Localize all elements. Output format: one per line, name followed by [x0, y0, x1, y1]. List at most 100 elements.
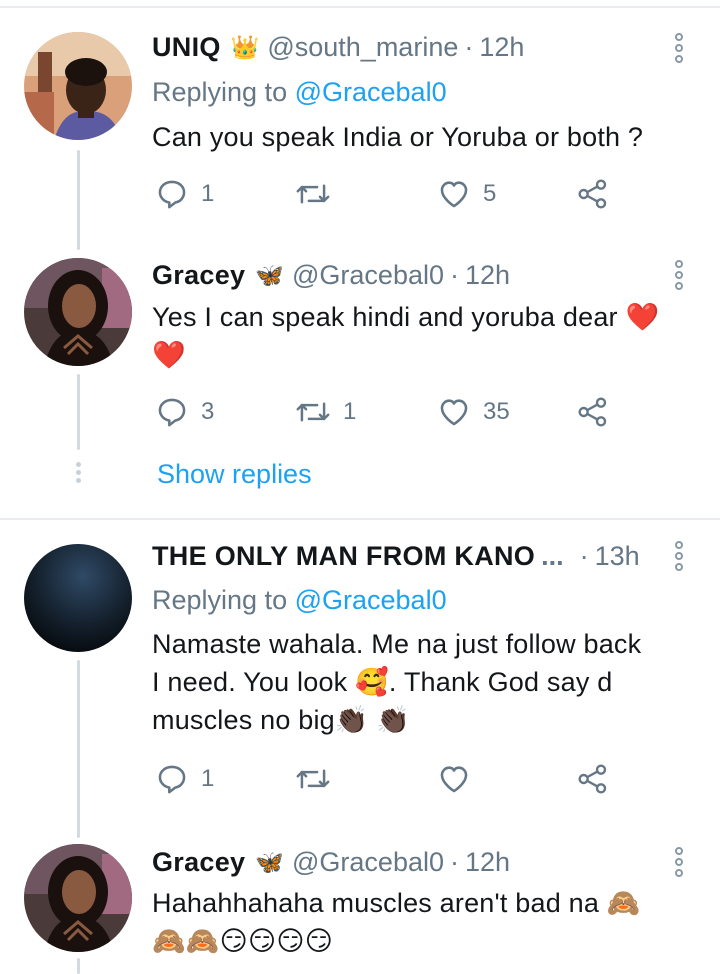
display-name[interactable]: Gracey — [152, 258, 245, 292]
tweet-text: Namaste wahala. Me na just follow back I… — [152, 625, 692, 739]
share-icon — [578, 764, 607, 794]
see-no-evil-monkey-emoji: 🙈 — [152, 926, 186, 956]
replying-prefix: Replying to — [152, 77, 288, 107]
reply-icon — [158, 180, 186, 209]
smiling-hearts-emoji: 🥰 — [355, 667, 389, 697]
like-button[interactable] — [437, 759, 471, 799]
retweet-count: 1 — [343, 398, 357, 425]
replying-prefix: Replying to — [152, 585, 288, 615]
reply-icon — [158, 398, 186, 427]
user-handle[interactable]: @Gracebal0 — [292, 258, 444, 292]
thread-line — [77, 150, 80, 250]
show-replies-link[interactable]: Show replies — [157, 459, 312, 490]
smirking-face-emoji: 😏 — [304, 926, 334, 956]
share-icon — [578, 179, 607, 209]
name-truncation: ... — [541, 541, 564, 571]
timestamp[interactable]: 13h — [595, 539, 640, 573]
replying-to: Replying to @Gracebal0 — [152, 583, 447, 617]
more-options-icon[interactable] — [668, 258, 690, 292]
separator-dot: · — [450, 847, 459, 877]
retweet-button[interactable]: 1 — [295, 392, 356, 432]
user-handle[interactable]: @south_marine — [267, 30, 458, 64]
reply-count: 1 — [201, 765, 215, 792]
tweet-text: Yes I can speak hindi and yoruba dear ❤️… — [152, 298, 692, 374]
thread-gap-dots — [74, 462, 82, 486]
reply-count: 3 — [201, 398, 215, 425]
like-icon — [440, 399, 468, 426]
like-button[interactable]: 35 — [437, 392, 510, 432]
avatar[interactable] — [24, 32, 132, 140]
reply-button[interactable]: 1 — [155, 759, 214, 799]
retweet-button[interactable] — [295, 759, 331, 799]
like-icon — [440, 181, 468, 208]
like-count: 5 — [483, 180, 497, 207]
display-name[interactable]: Gracey — [152, 845, 245, 879]
heart-emoji: ❤️ — [152, 340, 186, 370]
tweet-header: Gracey 🦋 @Gracebal0 · 12h — [152, 258, 510, 292]
see-no-evil-monkey-emoji: 🙈 — [606, 888, 641, 918]
share-button[interactable] — [577, 174, 609, 214]
tweet-header: THE ONLY MAN FROM KANO ... · 13h — [152, 539, 640, 573]
display-name[interactable]: UNIQ — [152, 30, 221, 64]
smirking-face-emoji: 😏 — [248, 926, 277, 956]
reply-button[interactable]: 1 — [155, 174, 214, 214]
share-icon — [578, 397, 607, 427]
tweet-text-line: Yes I can speak hindi and yoruba dear — [152, 302, 618, 332]
mention-link[interactable]: @Gracebal0 — [295, 585, 447, 615]
clapping-emoji: 👏🏿 — [334, 705, 369, 735]
avatar[interactable] — [24, 258, 132, 366]
separator-dot: · — [450, 260, 459, 290]
avatar[interactable] — [24, 844, 132, 952]
see-no-evil-monkey-emoji: 🙈 — [185, 926, 220, 956]
share-button[interactable] — [577, 392, 609, 432]
mention-link[interactable]: @Gracebal0 — [295, 77, 447, 107]
timestamp[interactable]: 12h — [465, 845, 510, 879]
tweet-text-line: Namaste wahala. Me na just follow back — [152, 629, 642, 659]
tweet-text-line: I need. You look — [152, 667, 348, 697]
retweet-button[interactable] — [295, 174, 331, 214]
tweet-text-line: . Thank God say d — [388, 667, 613, 697]
tweet-header: Gracey 🦋 @Gracebal0 · 12h — [152, 845, 510, 879]
retweet-icon — [296, 769, 330, 789]
timestamp[interactable]: 12h — [465, 258, 510, 292]
reply-icon — [158, 765, 186, 794]
retweet-icon — [296, 402, 330, 422]
heart-emoji: ❤️ — [625, 302, 660, 332]
tweet-text: Can you speak India or Yoruba or both ? — [152, 122, 644, 152]
thread-line — [77, 958, 80, 974]
reply-count: 1 — [201, 180, 215, 207]
separator-dot: · — [579, 541, 589, 571]
tweet-text-line: muscles no big — [152, 705, 335, 735]
like-icon — [440, 766, 468, 793]
top-separator — [0, 6, 720, 8]
clapping-emoji: 👏🏿 — [376, 705, 411, 735]
action-bar: 1 5 — [155, 174, 625, 214]
smirking-face-emoji: 😏 — [276, 926, 305, 956]
tweet-text: Hahahhahaha muscles aren't bad na 🙈 🙈🙈😏😏… — [152, 884, 692, 960]
tweet-text-line: Hahahhahaha muscles aren't bad na — [152, 888, 600, 918]
conversation-separator — [0, 518, 720, 520]
smirking-face-emoji: 😏 — [219, 926, 249, 956]
thread-line — [77, 660, 80, 838]
like-count: 35 — [483, 398, 510, 425]
like-button[interactable]: 5 — [437, 174, 496, 214]
more-options-icon[interactable] — [668, 31, 690, 65]
action-bar: 3 1 35 — [155, 392, 625, 432]
display-name[interactable]: THE ONLY MAN FROM KANO — [152, 539, 535, 573]
butterfly-emoji: 🦋 — [255, 849, 285, 875]
crown-emoji: 👑 — [230, 34, 260, 60]
action-bar: 1 — [155, 759, 625, 799]
butterfly-emoji: 🦋 — [255, 262, 285, 288]
more-options-icon[interactable] — [668, 539, 690, 573]
more-options-icon[interactable] — [668, 845, 690, 879]
retweet-icon — [296, 184, 330, 204]
avatar[interactable] — [24, 544, 132, 652]
replying-to: Replying to @Gracebal0 — [152, 75, 447, 109]
share-button[interactable] — [577, 759, 609, 799]
user-handle[interactable]: @Gracebal0 — [292, 845, 444, 879]
timestamp[interactable]: 12h — [479, 30, 524, 64]
separator-dot: · — [464, 32, 474, 62]
thread-line — [77, 374, 80, 450]
tweet-header: UNIQ 👑 @south_marine · 12h — [152, 30, 524, 64]
reply-button[interactable]: 3 — [155, 392, 214, 432]
